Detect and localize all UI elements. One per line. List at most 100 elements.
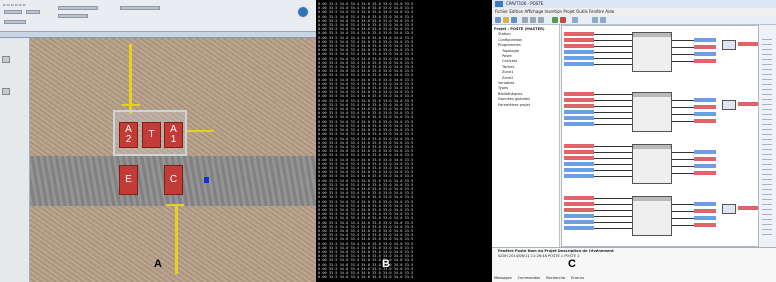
signal-wire [594,124,632,125]
cut-icon[interactable] [522,17,528,23]
paste-icon[interactable] [538,17,544,23]
toolbar-control[interactable] [4,20,26,24]
save-icon[interactable] [511,17,517,23]
signal-wire [594,52,632,53]
project-tree: Projet : POSTE (MASTER) Station Configur… [492,25,560,247]
message-tab[interactable]: Erreurs [571,276,584,281]
output-wire [672,40,694,41]
input-signal [564,122,594,126]
toolbar-control[interactable] [120,6,160,10]
output-signal [694,209,716,213]
output-wire [672,152,694,153]
input-signal [564,214,594,218]
output-wire [672,218,694,219]
block-t[interactable]: T [142,122,161,148]
new-icon[interactable] [495,17,501,23]
function-block-header [633,197,671,201]
output-signal [694,38,716,42]
block-a1[interactable]: A 1 [164,122,183,148]
aux-signal [738,102,758,106]
right-scroll-column[interactable] [759,25,776,247]
input-signal [564,104,594,108]
panel-label-c: C [568,258,576,270]
zoom-icon[interactable] [592,17,598,23]
signal-wire [594,118,632,119]
output-signal [694,105,716,109]
input-signal [564,38,594,42]
run-icon[interactable] [552,17,558,23]
toolbar-control[interactable] [4,10,22,14]
ide-menu-bar[interactable]: Fichier Edition Affichage Insertion Proj… [492,8,776,15]
input-signal [564,196,594,200]
message-tab[interactable]: Commandes [518,276,541,281]
output-signal [694,171,716,175]
build-icon[interactable] [572,17,578,23]
signal-wire [594,176,632,177]
aux-block [722,100,736,110]
tree-item[interactable]: Paramètres projet [494,103,557,108]
output-signal [694,52,716,56]
function-block [632,144,672,184]
yellow-track-south [175,204,178,274]
output-wire [672,47,694,48]
input-signal [564,62,594,66]
block-e[interactable]: E [119,165,138,195]
output-wire [672,173,694,174]
yellow-track-south-cap [166,204,184,206]
line-number-gutter [762,35,772,235]
signal-wire [594,146,632,147]
block-a2[interactable]: A 2 [119,122,138,148]
function-block-diagram[interactable] [561,25,759,247]
function-block-header [633,145,671,149]
side-tool-icon[interactable] [2,56,10,63]
output-wire [672,61,694,62]
copy-icon[interactable] [530,17,536,23]
console-output: 0.00 33.5 34.0 33.4 34.0 33.0 33.0 34.0 … [318,2,414,280]
function-block-header [633,33,671,37]
toolbar-control[interactable] [26,10,40,14]
output-wire [672,211,694,212]
panel-label-b: B [382,258,390,270]
output-wire [672,204,694,205]
input-signal [564,208,594,212]
input-signal [564,92,594,96]
input-signal [564,44,594,48]
input-signal [564,56,594,60]
signal-wire [594,94,632,95]
message-panel: Fenêtre Poste Nom du Projet Description … [492,247,776,282]
input-signal [564,150,594,154]
stop-icon[interactable] [560,17,566,23]
open-icon[interactable] [503,17,509,23]
message-row[interactable]: SZ0H 2014/06/11 11:26:48 POSTE 1 POSTE 1 [498,254,770,259]
side-tool-icon[interactable] [2,88,10,95]
output-signal [694,216,716,220]
input-signal [564,50,594,54]
toolbar-control[interactable] [58,14,88,18]
grid-icon[interactable] [600,17,606,23]
signal-wire [594,40,632,41]
message-tabs: Messages Commandes Recherche Erreurs [494,276,584,281]
ide-toolbar [492,15,776,25]
block-c[interactable]: C [164,165,183,195]
input-signal [564,168,594,172]
toolbar-control[interactable] [58,6,98,10]
input-signal [564,174,594,178]
function-block [632,32,672,72]
signal-wire [594,106,632,107]
message-tab[interactable]: Messages [494,276,512,281]
yellow-track-cap [122,104,140,106]
output-signal [694,157,716,161]
app-logo-icon [296,5,310,19]
input-signal [564,98,594,102]
toolbar-menu-text: ▫ ▫ ▫ ▫ ▫ ▫ [3,2,26,7]
simulation-toolbar: ▫ ▫ ▫ ▫ ▫ ▫ [0,0,316,32]
output-signal [694,223,716,227]
aux-block [722,40,736,50]
output-signal [694,119,716,123]
output-signal [694,164,716,168]
output-signal [694,45,716,49]
message-tab[interactable]: Recherche [546,276,565,281]
input-signal [564,162,594,166]
output-wire [672,114,694,115]
function-block-header [633,93,671,97]
